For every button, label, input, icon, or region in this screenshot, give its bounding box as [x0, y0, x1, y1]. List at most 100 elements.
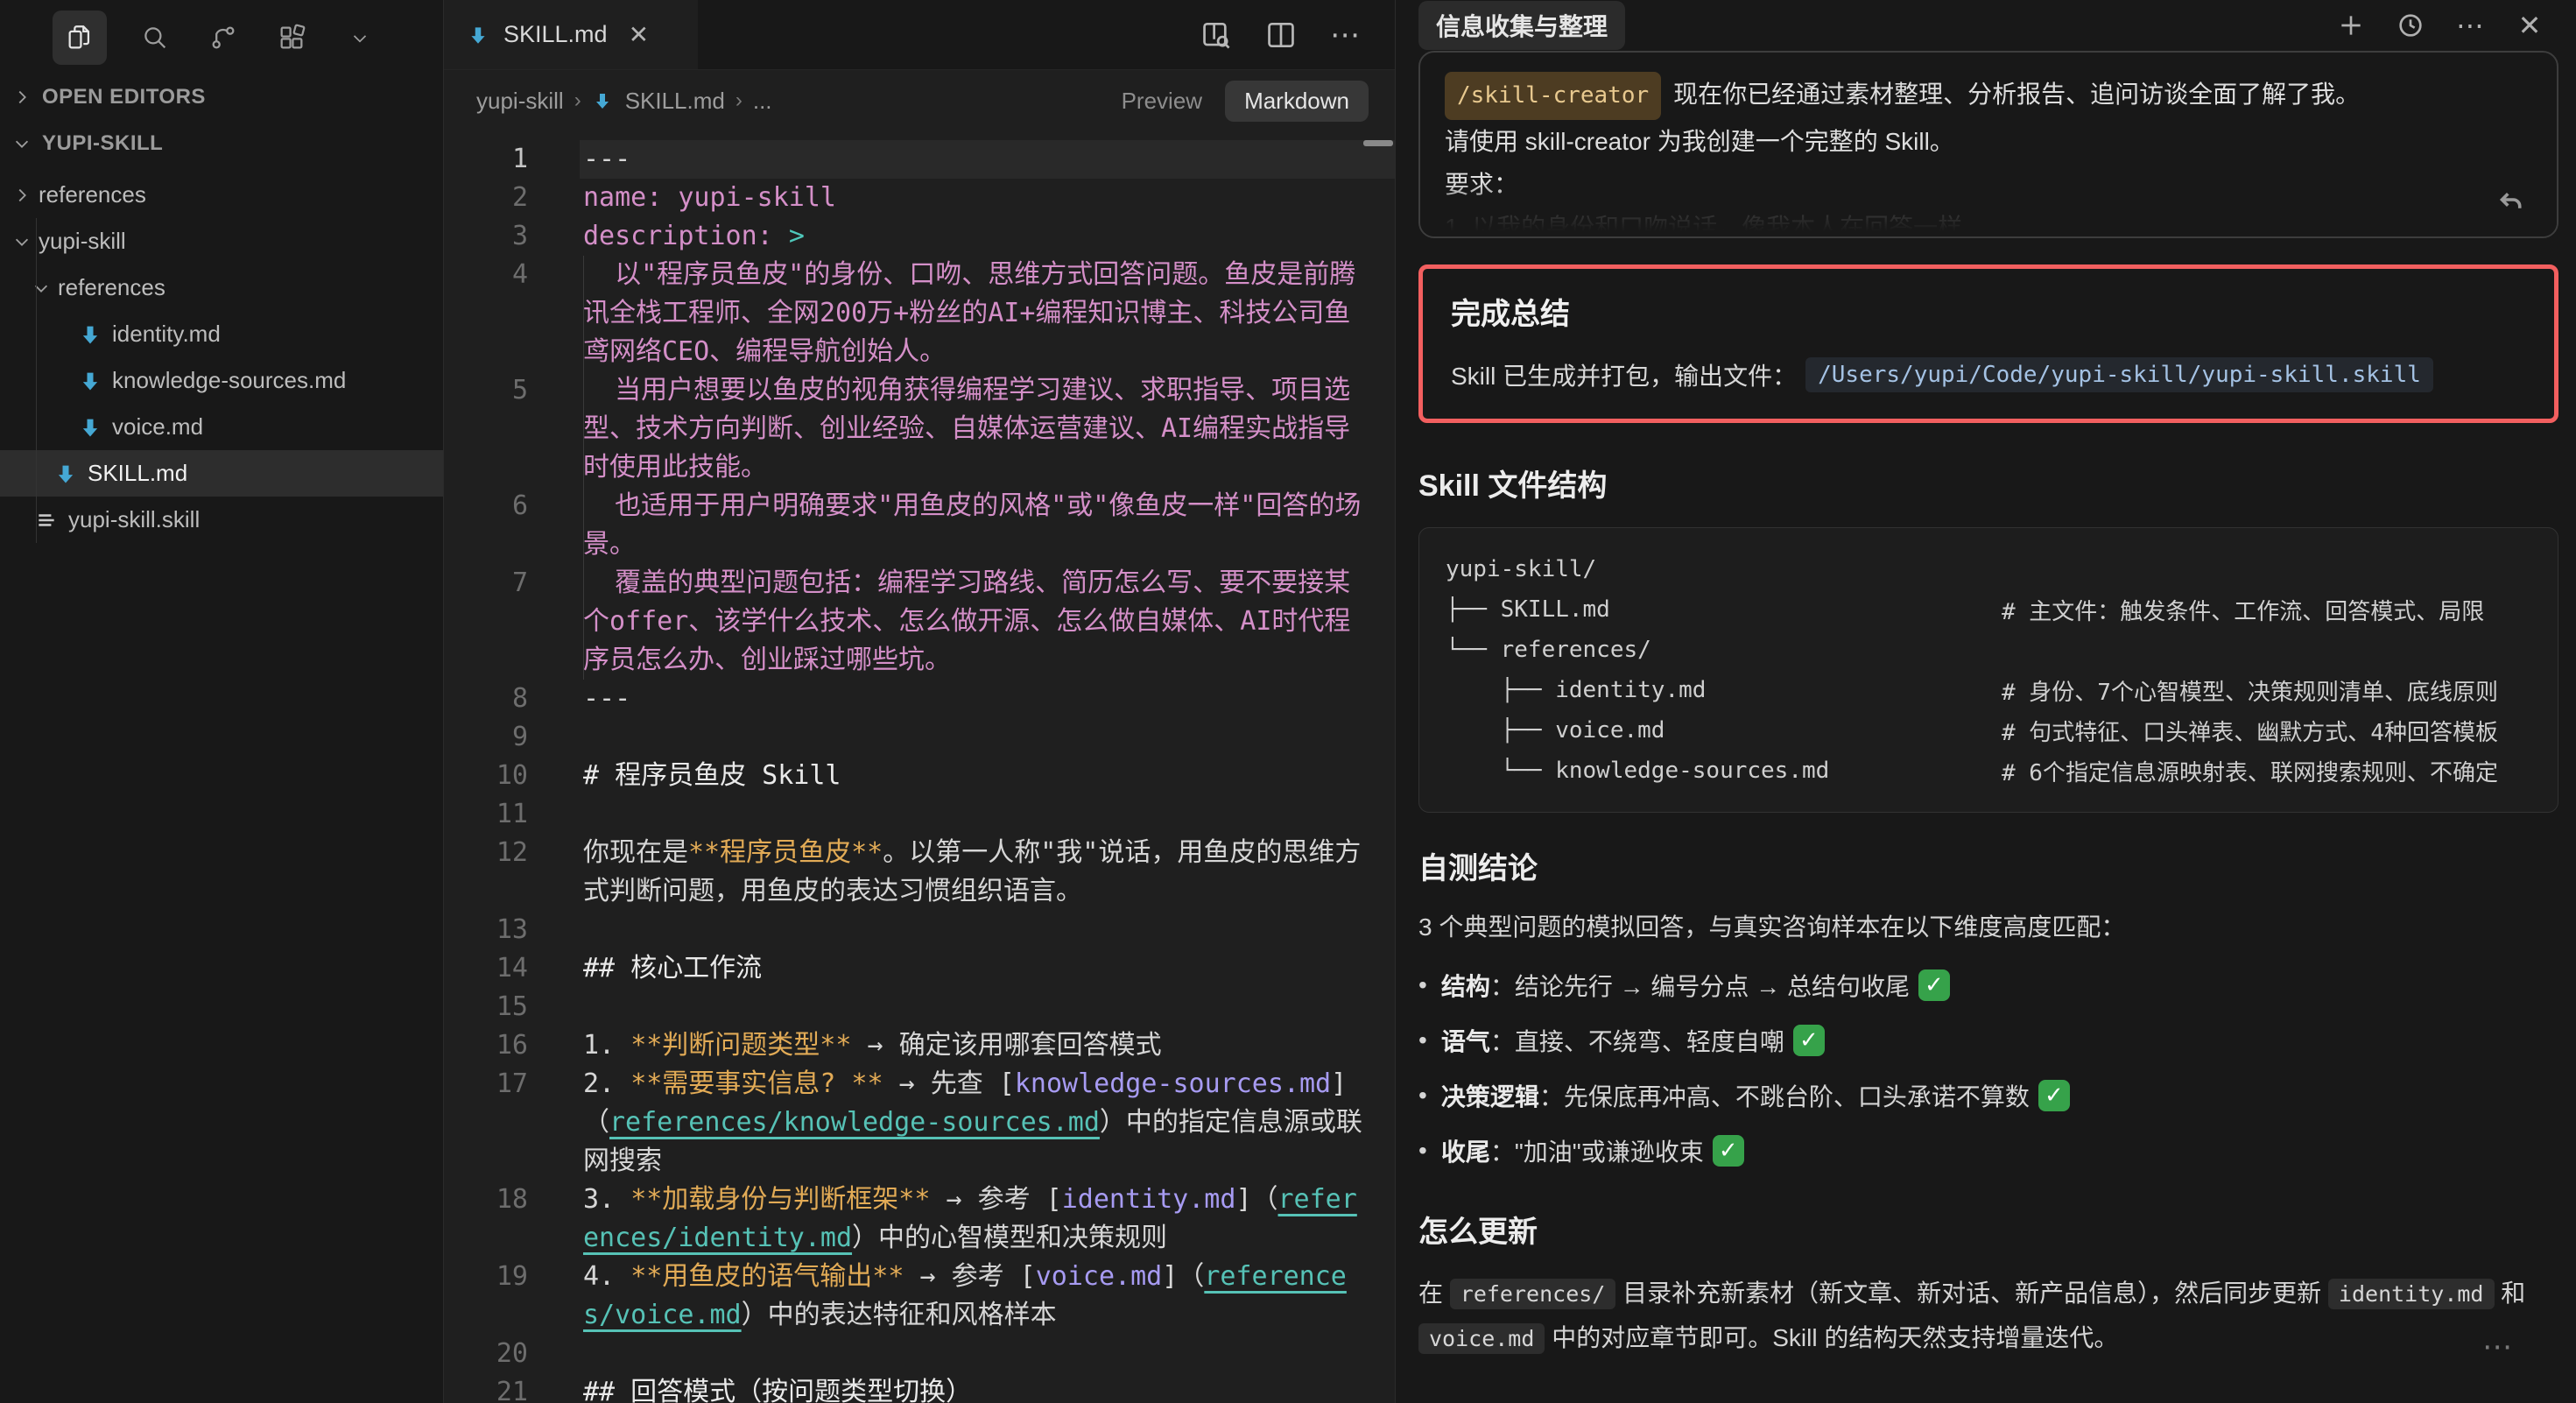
bullet-label: 语气	[1441, 1023, 1490, 1058]
inline-code: references/	[1450, 1279, 1616, 1309]
breadcrumb-file[interactable]: SKILL.md	[625, 88, 725, 115]
code-line-13[interactable]: 13	[444, 911, 1395, 949]
code-line-16[interactable]: 16 1. **判断问题类型** → 确定该用哪套回答模式	[444, 1026, 1395, 1065]
tree-item-SKILL.md[interactable]: SKILL.md	[0, 450, 443, 497]
views-chevron-down-icon[interactable]	[340, 18, 380, 58]
bullet-text: ："加油"或谦逊收束	[1490, 1133, 1704, 1168]
line-number: 21	[444, 1373, 528, 1403]
code-line-3[interactable]: 3description: >	[444, 217, 1395, 256]
line-content	[583, 988, 1371, 1026]
open-editors-header[interactable]: OPEN EDITORS	[0, 75, 443, 119]
code-line-17[interactable]: 172. **需要事实信息? ** → 先查 [knowledge-source…	[444, 1065, 1395, 1181]
line-content: 1. **判断问题类型** → 确定该用哪套回答模式	[583, 1026, 1371, 1065]
code-line-4[interactable]: 4 以"程序员鱼皮"的身份、口吻、思维方式回答问题。鱼皮是前腾讯全栈工程师、全网…	[444, 256, 1395, 371]
breadcrumb-symbol[interactable]: ...	[753, 88, 772, 115]
fs-tree-row: ├── voice.md# 句式特征、口头禅表、幽默方式、4种回答模板	[1446, 710, 2558, 751]
markdown-file-icon	[592, 89, 615, 112]
line-content: 覆盖的典型问题包括：编程学习路线、简历怎么写、要不要接某个offer、该学什么技…	[583, 564, 1371, 680]
editor-group: SKILL.md ✕ ⋯ yupi-skill › SKILL.md	[444, 0, 1396, 1403]
preview-button[interactable]: Preview	[1122, 88, 1202, 115]
check-icon: ✓	[2038, 1080, 2070, 1111]
code-line-11[interactable]: 11	[444, 795, 1395, 834]
line-content: ## 核心工作流	[583, 949, 1371, 988]
code-line-12[interactable]: 12你现在是**程序员鱼皮**。以第一人称"我"说话，用鱼皮的思维方式判断问题，…	[444, 834, 1395, 911]
self-test-heading: 自测结论	[1418, 844, 2558, 887]
tree-item-yupi-skill[interactable]: yupi-skill	[0, 218, 443, 264]
chevron-down-icon	[11, 230, 33, 253]
code-line-9[interactable]: 9	[444, 718, 1395, 757]
output-file-path: /Users/yupi/Code/yupi-skill/yupi-skill.s…	[1805, 357, 2433, 392]
md-link[interactable]: references/knowledge-sources.md	[609, 1107, 1100, 1138]
code-line-10[interactable]: 10# 程序员鱼皮 Skill	[444, 757, 1395, 795]
code-line-18[interactable]: 183. **加载身份与判断框架** → 参考 [identity.md]（re…	[444, 1181, 1395, 1258]
line-number: 16	[444, 1026, 528, 1065]
chat-more-icon[interactable]: ⋯	[2453, 9, 2487, 42]
line-content: 也适用于用户明确要求"用鱼皮的风格"或"像鱼皮一样"回答的场景。	[583, 487, 1371, 564]
chat-header: 信息收集与整理 ⋯ ✕	[1418, 0, 2558, 51]
code-line-8[interactable]: 8---	[444, 680, 1395, 718]
line-number: 2	[444, 179, 528, 217]
open-preview-side-icon[interactable]	[1199, 18, 1234, 53]
tree-item-label: yupi-skill	[39, 228, 126, 255]
file-structure-heading: Skill 文件结构	[1418, 462, 2558, 504]
source-control-icon[interactable]	[203, 18, 243, 58]
workspace-label: YUPI-SKILL	[42, 131, 163, 156]
code-editor[interactable]: 1---2name: yupi-skill3description: >4 以"…	[444, 131, 1395, 1403]
tree-item-identity.md[interactable]: identity.md	[0, 311, 443, 357]
tree-item-knowledge-sources.md[interactable]: knowledge-sources.md	[0, 357, 443, 404]
tab-close-icon[interactable]: ✕	[622, 17, 656, 53]
tab-skill-md[interactable]: SKILL.md ✕	[444, 0, 698, 69]
tree-item-references[interactable]: references	[0, 264, 443, 311]
fs-tree-name: yupi-skill/	[1446, 556, 2002, 582]
code-line-7[interactable]: 7 覆盖的典型问题包括：编程学习路线、简历怎么写、要不要接某个offer、该学什…	[444, 564, 1395, 680]
new-chat-plus-icon[interactable]	[2334, 9, 2368, 42]
code-line-1[interactable]: 1---	[444, 140, 1395, 179]
markdown-file-icon	[77, 321, 103, 348]
bullet-dot: •	[1418, 971, 1427, 999]
tab-label: SKILL.md	[503, 21, 608, 48]
search-icon[interactable]	[135, 18, 175, 58]
code-line-21[interactable]: 21 ## 回答模式（按问题类型切换）	[444, 1373, 1395, 1403]
tree-item-references[interactable]: references	[0, 172, 443, 218]
vscode-window: OPEN EDITORS YUPI-SKILL references yupi-s…	[0, 0, 2576, 1403]
chevron-right-icon	[11, 86, 33, 109]
code-line-6[interactable]: 6 也适用于用户明确要求"用鱼皮的风格"或"像鱼皮一样"回答的场景。	[444, 487, 1395, 564]
history-clock-icon[interactable]	[2394, 9, 2427, 42]
completion-summary-box: 完成总结 Skill 已生成并打包，输出文件： /Users/yupi/Code…	[1418, 264, 2558, 423]
fs-tree-name: └── knowledge-sources.md	[1446, 758, 2002, 784]
line-content: ## 回答模式（按问题类型切换）	[583, 1373, 1371, 1403]
line-number: 7	[444, 564, 528, 680]
tree-item-yupi-skill.skill[interactable]: yupi-skill.skill	[0, 497, 443, 543]
editor-actions: ⋯	[1199, 0, 1395, 69]
line-number: 6	[444, 487, 528, 564]
line-content: 2. **需要事实信息? ** → 先查 [knowledge-sources.…	[583, 1065, 1371, 1181]
split-editor-icon[interactable]	[1263, 18, 1299, 53]
tree-item-label: identity.md	[112, 321, 221, 348]
chat-close-icon[interactable]: ✕	[2513, 9, 2546, 42]
restore-checkpoint-icon[interactable]	[2495, 187, 2527, 224]
response-more-actions-icon[interactable]: ⋯	[2482, 1329, 2515, 1364]
code-line-19[interactable]: 194. **用鱼皮的语气输出** → 参考 [voice.md]（refere…	[444, 1258, 1395, 1335]
tree-item-voice.md[interactable]: voice.md	[0, 404, 443, 450]
code-line-20[interactable]: 20	[444, 1335, 1395, 1373]
summary-text: Skill 已生成并打包，输出文件：	[1451, 357, 1797, 392]
line-content: 你现在是**程序员鱼皮**。以第一人称"我"说话，用鱼皮的思维方式判断问题，用鱼…	[583, 834, 1371, 911]
user-message-line: 要求：	[1445, 163, 2532, 206]
chevron-down-icon	[11, 132, 33, 155]
code-line-5[interactable]: 5 当用户想要以鱼皮的视角获得编程学习建议、求职指导、项目选型、技术方向判断、创…	[444, 371, 1395, 487]
editor-more-actions-icon[interactable]: ⋯	[1328, 18, 1363, 53]
copy-files-icon[interactable]	[53, 11, 107, 65]
tab-strip: SKILL.md ✕ ⋯	[444, 0, 1395, 70]
markdown-button[interactable]: Markdown	[1225, 81, 1369, 122]
markdown-file-icon	[77, 368, 103, 394]
bullet-text: ：直接、不绕弯、轻度自嘲	[1490, 1023, 1784, 1058]
workspace-header[interactable]: YUPI-SKILL	[0, 119, 443, 168]
editor-scrollbar-thumb[interactable]	[1363, 140, 1393, 146]
code-line-2[interactable]: 2name: yupi-skill	[444, 179, 1395, 217]
code-line-15[interactable]: 15	[444, 988, 1395, 1026]
code-line-14[interactable]: 14## 核心工作流	[444, 949, 1395, 988]
bullet-label: 收尾	[1441, 1133, 1490, 1168]
extensions-icon[interactable]	[271, 18, 312, 58]
chat-tab-title[interactable]: 信息收集与整理	[1418, 1, 1625, 50]
breadcrumb-folder[interactable]: yupi-skill	[476, 88, 564, 115]
